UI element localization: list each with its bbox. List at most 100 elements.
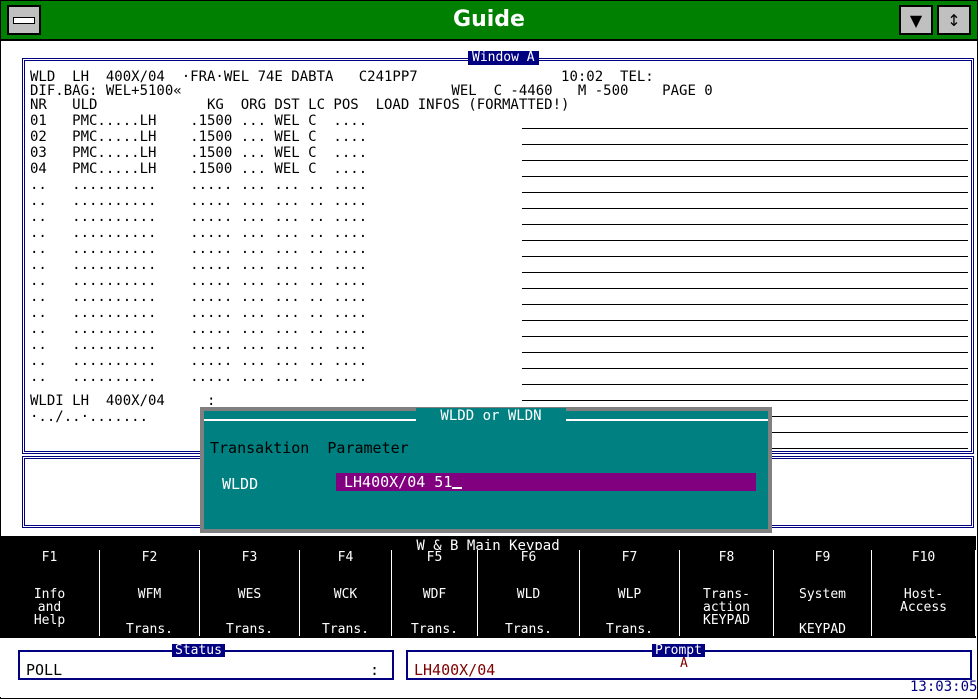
- transaction-dialog[interactable]: WLDD or WLDN Transaktion Parameter WLDD …: [200, 407, 772, 533]
- load-info-line[interactable]: [522, 160, 968, 161]
- load-info-line[interactable]: [522, 224, 968, 225]
- key-sublabel: Trans.: [226, 622, 273, 637]
- key-label: WFM: [137, 587, 162, 602]
- key-number: F9: [774, 550, 871, 565]
- key-number: F4: [300, 550, 391, 565]
- table-row: .. .......... ..... ... ... .. ....: [30, 209, 368, 225]
- table-row: 02 PMC.....LH .1500 ... WEL C ....: [30, 129, 368, 145]
- key-f2[interactable]: F2 WFM Trans.: [100, 550, 200, 637]
- header-line-1: WLD LH 400X/04 ·FRA·WEL 74E DABTA C241PP…: [30, 69, 654, 85]
- up-down-arrow-icon: ↕: [947, 10, 961, 30]
- key-number: F8: [680, 550, 773, 565]
- key-number: F10: [872, 550, 975, 565]
- title-bar[interactable]: Guide ▼ ↕: [1, 1, 977, 41]
- key-number: F1: [0, 550, 99, 565]
- load-info-line[interactable]: [522, 304, 968, 305]
- prompt-mode: A: [680, 656, 688, 671]
- load-info-line[interactable]: [522, 208, 968, 209]
- header-line-2: DIF.BAG: WEL+5100« WEL C -4460 M -500 PA…: [30, 83, 713, 99]
- key-sublabel: Trans.: [505, 622, 552, 637]
- key-label: WLD: [516, 587, 541, 602]
- parameter-value: LH400X/04 51: [344, 473, 453, 491]
- table-row: 04 PMC.....LH .1500 ... WEL C ....: [30, 161, 368, 177]
- load-info-line[interactable]: [522, 128, 968, 129]
- table-row: .. .......... ..... ... ... .. ....: [30, 273, 368, 289]
- load-info-line[interactable]: [522, 256, 968, 257]
- key-f7[interactable]: F7 WLP Trans.: [580, 550, 680, 637]
- column-headers: NR ULD KG ORG DST LC POS LOAD INFOS (FOR…: [30, 97, 570, 113]
- table-row: .. .......... ..... ... ... .. ....: [30, 369, 368, 385]
- load-info-line[interactable]: [522, 368, 968, 369]
- prompt-label: Prompt: [652, 644, 705, 657]
- key-label: System: [799, 587, 846, 602]
- key-number: F5: [392, 550, 477, 565]
- load-info-line[interactable]: [522, 272, 968, 273]
- key-label: WLP: [617, 587, 642, 602]
- load-info-line[interactable]: [522, 320, 968, 321]
- minimize-button[interactable]: ▼: [899, 5, 933, 35]
- clock: 13:03:05: [910, 679, 978, 695]
- date-line: ·../..·.......: [30, 409, 149, 425]
- table-row: .. .......... ..... ... ... .. ....: [30, 353, 368, 369]
- key-label: WDF: [422, 587, 447, 602]
- status-value: POLL: [26, 661, 63, 679]
- load-info-line[interactable]: [522, 352, 968, 353]
- load-info-line[interactable]: [522, 240, 968, 241]
- key-sublabel: Trans.: [126, 622, 173, 637]
- key-f9[interactable]: F9 System KEYPAD: [774, 550, 872, 637]
- parameter-input[interactable]: LH400X/04 51: [336, 473, 756, 491]
- key-sublabel: Trans.: [606, 622, 653, 637]
- key-sublabel: Trans.: [411, 622, 458, 637]
- status-label: Status: [172, 644, 225, 657]
- table-row: .. .......... ..... ... ... .. ....: [30, 321, 368, 337]
- dialog-header: Transaktion Parameter: [210, 439, 409, 457]
- table-row: .. .......... ..... ... ... .. ....: [30, 193, 368, 209]
- key-label: WCK: [333, 587, 358, 602]
- table-row: .. .......... ..... ... ... .. ....: [30, 257, 368, 273]
- key-sublabel: KEYPAD: [799, 622, 846, 637]
- key-f8[interactable]: F8 Trans- action KEYPAD: [680, 550, 774, 636]
- key-f3[interactable]: F3 WES Trans.: [200, 550, 300, 637]
- load-info-line[interactable]: [522, 192, 968, 193]
- window-title: Guide: [453, 7, 525, 32]
- transaction-header: Transaktion: [210, 439, 310, 457]
- load-info-line[interactable]: [522, 288, 968, 289]
- transaction-field[interactable]: WLDD: [222, 475, 258, 493]
- parameter-header: Parameter: [327, 439, 409, 457]
- status-mark: :: [370, 661, 380, 679]
- key-f5[interactable]: F5 WDF Trans.: [392, 550, 478, 637]
- key-f1[interactable]: F1 Info and Help: [0, 550, 100, 636]
- key-label: Host- Access: [900, 587, 947, 615]
- load-info-line[interactable]: [522, 144, 968, 145]
- main-keypad: W & B Main Keypad F1 Info and Help F2 WFM Tr…: [0, 536, 976, 638]
- load-info-line[interactable]: [522, 336, 968, 337]
- triangle-down-icon: ▼: [909, 10, 923, 30]
- load-info-line[interactable]: [522, 176, 968, 177]
- table-row: .. .......... ..... ... ... .. ....: [30, 337, 368, 353]
- load-info-line[interactable]: [522, 400, 968, 401]
- key-label: Info and Help: [33, 587, 66, 628]
- key-f10[interactable]: F10 Host- Access: [872, 550, 976, 636]
- load-info-line[interactable]: [522, 384, 968, 385]
- window-a-label: Window A: [468, 51, 539, 65]
- key-number: F7: [580, 550, 679, 565]
- prompt-value[interactable]: LH400X/04: [414, 661, 495, 679]
- wldi-line: WLDI LH 400X/04 :: [30, 393, 216, 409]
- key-f4[interactable]: F4 WCK Trans.: [300, 550, 392, 637]
- key-label: WES: [237, 587, 262, 602]
- table-row: .. .......... ..... ... ... .. ....: [30, 241, 368, 257]
- key-number: F3: [200, 550, 299, 565]
- table-row: .. .......... ..... ... ... .. ....: [30, 177, 368, 193]
- table-row: .. .......... ..... ... ... .. ....: [30, 225, 368, 241]
- text-cursor: [452, 487, 463, 489]
- dialog-title: WLDD or WLDN: [416, 408, 566, 424]
- key-f6[interactable]: F6 WLD Trans.: [478, 550, 580, 637]
- key-number: F2: [100, 550, 199, 565]
- restore-button[interactable]: ↕: [937, 5, 971, 35]
- key-sublabel: Trans.: [322, 622, 369, 637]
- table-row: .. .......... ..... ... ... .. ....: [30, 305, 368, 321]
- key-label: Trans- action KEYPAD: [703, 587, 750, 628]
- table-row: 03 PMC.....LH .1500 ... WEL C ....: [30, 145, 368, 161]
- table-row: 01 PMC.....LH .1500 ... WEL C ....: [30, 113, 368, 129]
- table-row: .. .......... ..... ... ... .. ....: [30, 289, 368, 305]
